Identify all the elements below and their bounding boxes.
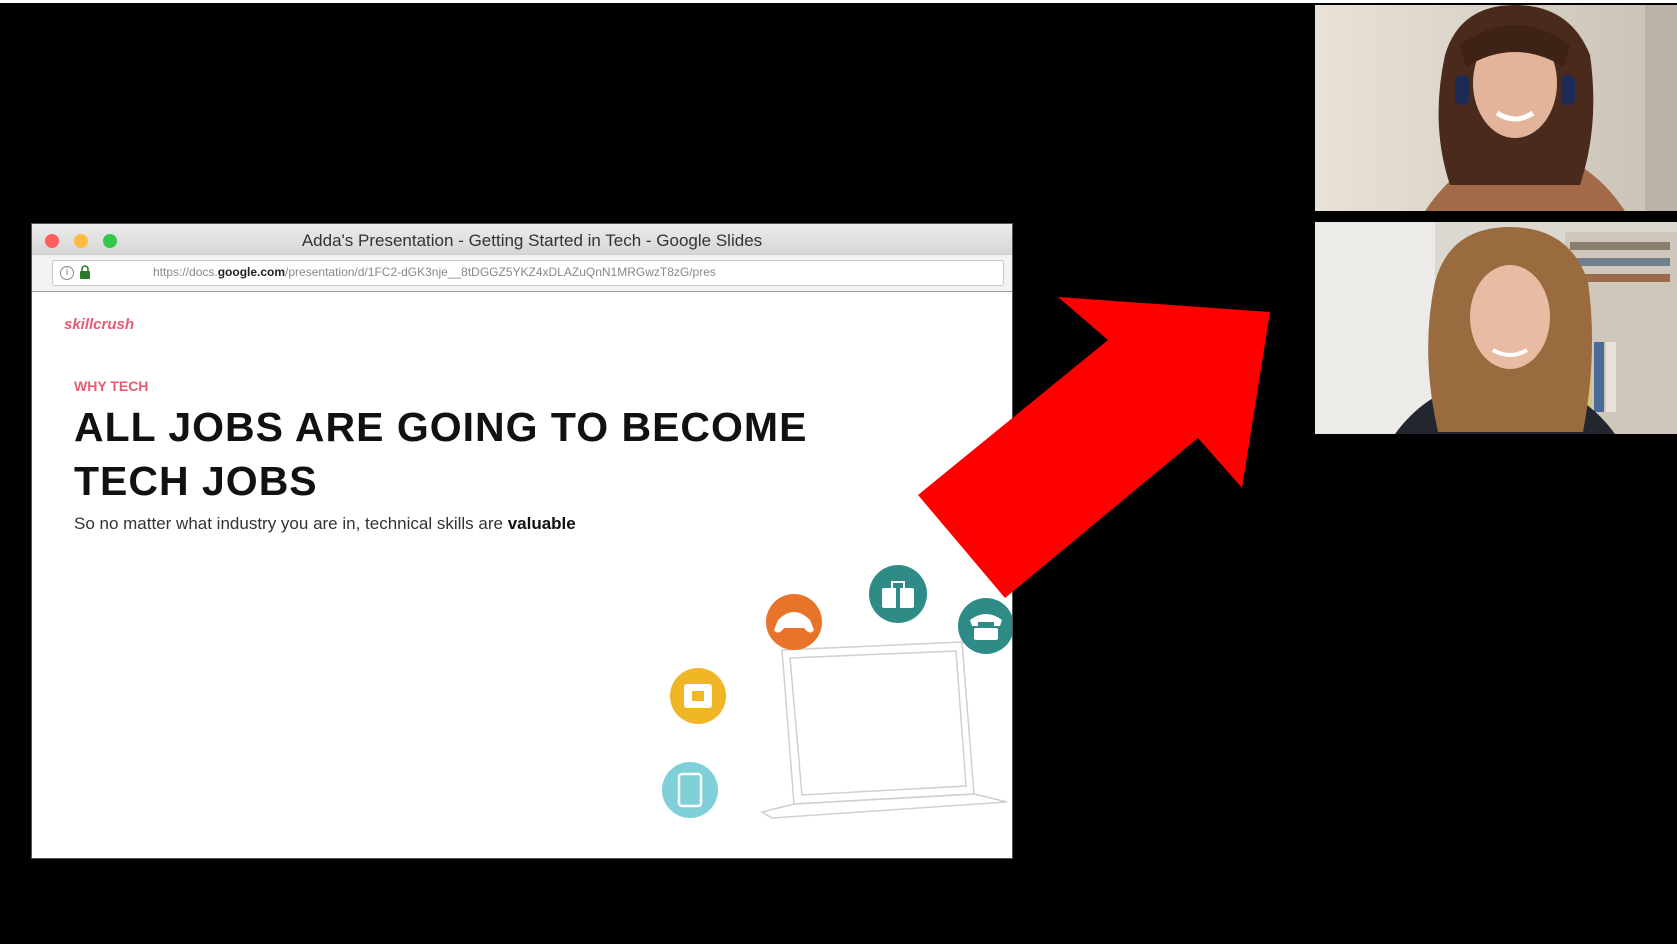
window-title: Adda's Presentation - Getting Started in… (301, 231, 763, 250)
tablet-icon (662, 762, 718, 818)
participant-2-image (1315, 222, 1677, 434)
participant-video-1[interactable] (1315, 5, 1677, 211)
url-input[interactable]: i https://docs.google.com/presentation/d… (52, 260, 1004, 286)
gamepad-icon (766, 594, 822, 650)
slide-body-text: So no matter what industry you are in, t… (74, 514, 508, 533)
browser-address-bar: i https://docs.google.com/presentation/d… (32, 254, 1012, 293)
participant-video-2[interactable] (1315, 222, 1677, 434)
info-icon[interactable]: i (60, 266, 74, 280)
maximize-window-button[interactable] (103, 234, 117, 248)
slide-body-emphasis: valuable (507, 514, 576, 533)
url-domain: google.com (217, 265, 286, 279)
slide-body: So no matter what industry you are in, t… (74, 514, 576, 534)
laptop-icon (760, 641, 1008, 819)
url-suffix: /presentation/d/1FC2-dGK3nje__8tDGGZ5YKZ… (285, 265, 716, 279)
browser-titlebar[interactable]: Adda's Presentation - Getting Started in… (32, 224, 1012, 254)
frame-top-border (0, 0, 1677, 3)
shared-screen-browser-window[interactable]: Adda's Presentation - Getting Started in… (32, 224, 1012, 858)
slide-logo: skillcrush (64, 316, 135, 333)
minimize-window-button[interactable] (74, 234, 88, 248)
slide-headline: ALL JOBS ARE GOING TO BECOME TECH JOBS (74, 404, 808, 504)
camera-icon (670, 668, 726, 724)
url-prefix: https://docs. (153, 265, 218, 279)
red-arrow-annotation (918, 297, 1270, 598)
lock-icon (80, 265, 90, 279)
url-text: https://docs.google.com/presentation/d/1… (153, 265, 1043, 279)
slide-eyebrow: WHY TECH (74, 378, 149, 394)
presentation-slide: skillcrush WHY TECH ALL JOBS ARE GOING T… (32, 292, 1012, 858)
participant-1-image (1315, 5, 1677, 211)
close-window-button[interactable] (45, 234, 59, 248)
